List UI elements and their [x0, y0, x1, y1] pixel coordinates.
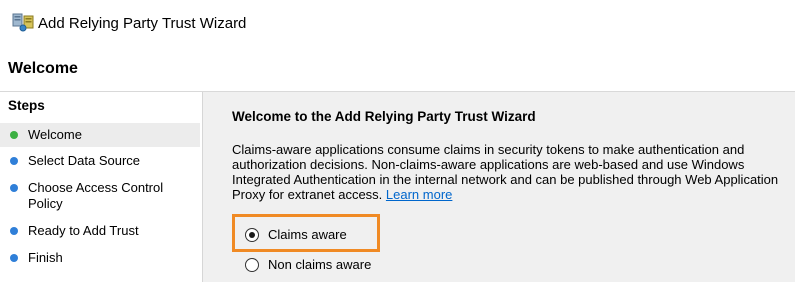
- radio-unselected-icon[interactable]: [245, 258, 259, 272]
- claims-aware-radio[interactable]: Claims aware: [245, 227, 365, 245]
- radio-label: Non claims aware: [268, 257, 372, 272]
- learn-more-link[interactable]: Learn more: [386, 187, 452, 202]
- step-choose-access-control-policy[interactable]: Choose Access Control Policy: [0, 179, 200, 213]
- server-trust-icon: [12, 12, 34, 32]
- radio-label: Claims aware: [268, 227, 347, 242]
- step-label: Finish: [28, 250, 63, 265]
- wizard-window: Add Relying Party Trust Wizard Welcome S…: [0, 0, 795, 282]
- content-title: Welcome to the Add Relying Party Trust W…: [232, 109, 536, 124]
- step-finish[interactable]: Finish: [0, 249, 200, 269]
- step-ready-to-add-trust[interactable]: Ready to Add Trust: [0, 222, 200, 242]
- content-description: Claims-aware applications consume claims…: [232, 142, 792, 202]
- step-select-data-source[interactable]: Select Data Source: [0, 152, 200, 172]
- description-text: Claims-aware applications consume claims…: [232, 142, 779, 202]
- steps-sidebar: Steps Welcome Select Data Source Choose …: [0, 92, 203, 282]
- pending-step-dot-icon: [10, 157, 18, 165]
- window-title: Add Relying Party Trust Wizard: [38, 15, 247, 32]
- step-label: Select Data Source: [28, 153, 141, 168]
- page-header: Welcome: [0, 44, 795, 92]
- non-claims-aware-radio[interactable]: Non claims aware: [245, 257, 385, 275]
- pending-step-dot-icon: [10, 254, 18, 262]
- page-title: Welcome: [8, 60, 78, 77]
- title-bar: Add Relying Party Trust Wizard: [0, 0, 795, 44]
- steps-title: Steps: [8, 98, 45, 113]
- radio-selected-icon[interactable]: [245, 228, 259, 242]
- wizard-content: Welcome to the Add Relying Party Trust W…: [203, 92, 795, 282]
- pending-step-dot-icon: [10, 227, 18, 235]
- pending-step-dot-icon: [10, 184, 18, 192]
- step-welcome[interactable]: Welcome: [0, 123, 200, 147]
- step-label: Ready to Add Trust: [28, 223, 139, 238]
- current-step-dot-icon: [10, 131, 18, 139]
- step-label: Welcome: [28, 127, 82, 142]
- step-label: Choose Access Control Policy: [28, 180, 164, 211]
